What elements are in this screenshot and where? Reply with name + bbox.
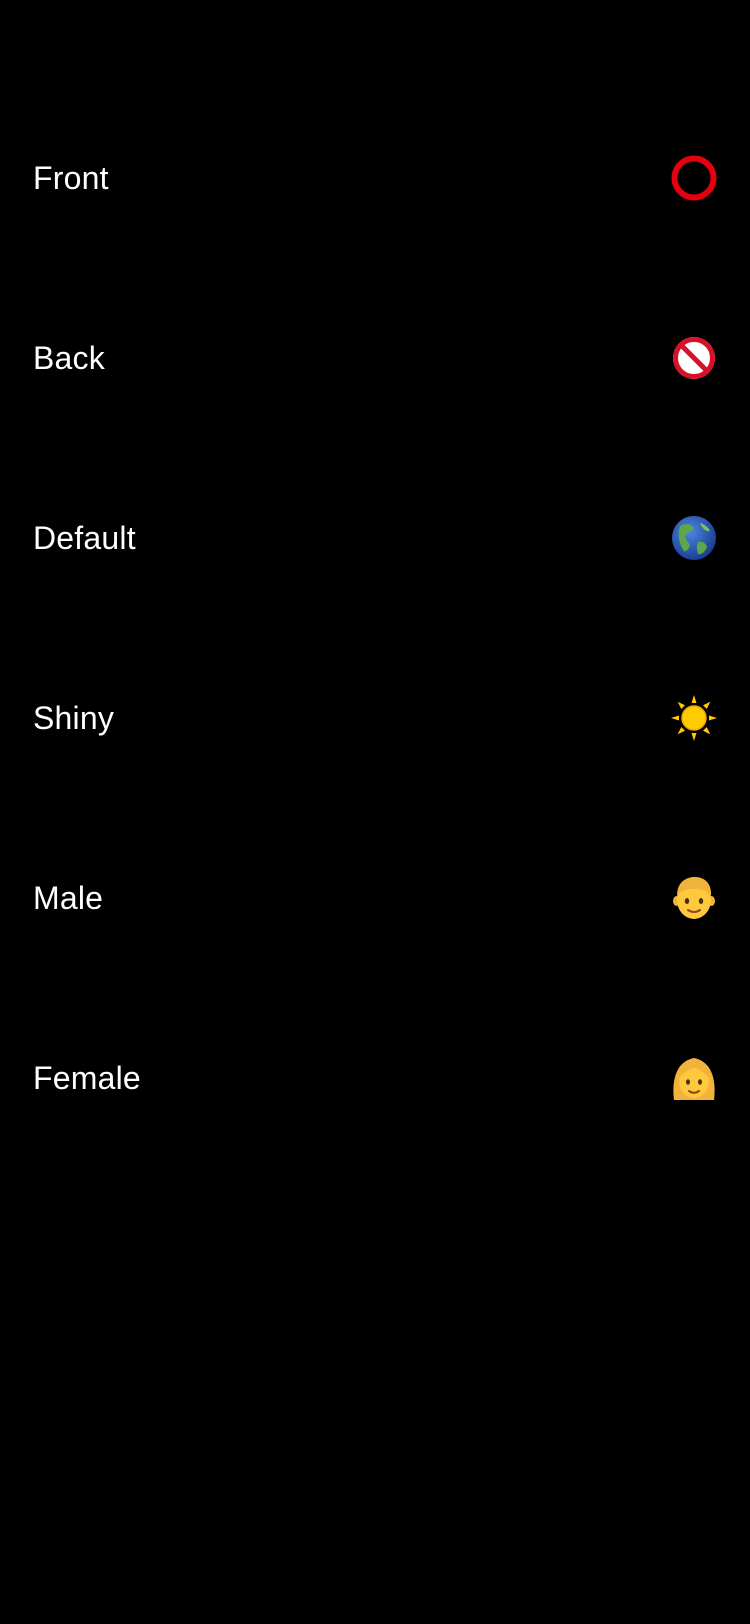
row-label-shiny: Shiny xyxy=(33,699,115,736)
row-label-front: Front xyxy=(33,159,109,196)
row-back[interactable]: Back xyxy=(0,268,750,448)
row-label-back: Back xyxy=(33,339,105,376)
red-circle-icon xyxy=(671,155,717,201)
row-label-male: Male xyxy=(33,879,104,916)
woman-face-icon xyxy=(673,1058,715,1100)
row-female[interactable]: Female xyxy=(0,988,750,1168)
row-label-default: Default xyxy=(33,519,136,556)
sun-icon xyxy=(671,695,717,741)
option-list: Front Back Default Shiny Male Female xyxy=(0,88,750,1168)
globe-icon xyxy=(672,516,716,560)
row-label-female: Female xyxy=(33,1059,141,1096)
row-default[interactable]: Default xyxy=(0,448,750,628)
row-shiny[interactable]: Shiny xyxy=(0,628,750,808)
prohibited-icon xyxy=(673,337,715,379)
row-male[interactable]: Male xyxy=(0,808,750,988)
boy-face-icon xyxy=(673,877,715,919)
row-front[interactable]: Front xyxy=(0,88,750,268)
